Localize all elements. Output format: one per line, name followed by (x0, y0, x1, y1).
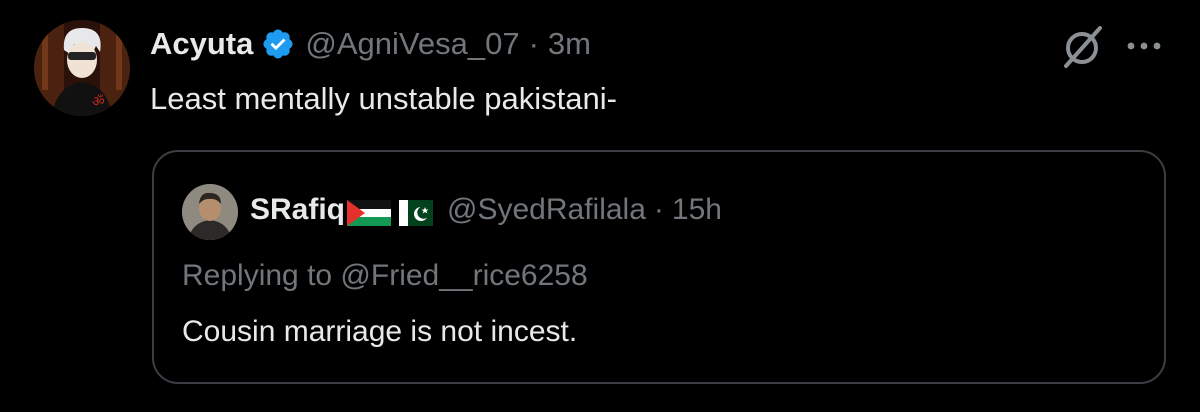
author-avatar[interactable]: ॐ (34, 20, 130, 116)
pakistan-flag-icon (399, 197, 434, 226)
tweet-card[interactable]: ॐ Acyuta @AgniVesa_07 · 3m Least mentall… (0, 0, 1200, 412)
grok-icon[interactable] (1058, 24, 1106, 70)
more-options-icon[interactable] (1124, 36, 1164, 56)
quoted-author-display-name[interactable]: SRafiq (250, 190, 345, 230)
separator-dot: · (528, 26, 539, 61)
separator-dot: · (653, 193, 664, 226)
replying-to-label[interactable]: Replying to @Fried__rice6258 (182, 256, 588, 296)
quoted-tweet[interactable]: SRafiq @SyedRafilala · 15h Replying to @… (152, 150, 1166, 384)
quoted-tweet-timestamp[interactable]: 15h (672, 190, 722, 230)
quoted-tweet-text: Cousin marriage is not incest. (182, 315, 578, 348)
author-handle[interactable]: @AgniVesa_07 (305, 24, 519, 64)
verified-badge-icon[interactable] (261, 27, 295, 61)
quoted-author-handle[interactable]: @SyedRafilala (447, 190, 646, 230)
palestine-flag-icon (347, 197, 392, 226)
tweet-timestamp[interactable]: 3m (548, 24, 591, 64)
tweet-text: Least mentally unstable pakistani- (150, 81, 617, 116)
author-display-name[interactable]: Acyuta (150, 24, 253, 64)
quoted-author-avatar[interactable] (182, 184, 238, 240)
tweet-header: Acyuta @AgniVesa_07 · 3m (150, 24, 591, 64)
quoted-tweet-header: SRafiq @SyedRafilala · 15h (250, 190, 722, 230)
svg-text:ॐ: ॐ (92, 94, 105, 110)
